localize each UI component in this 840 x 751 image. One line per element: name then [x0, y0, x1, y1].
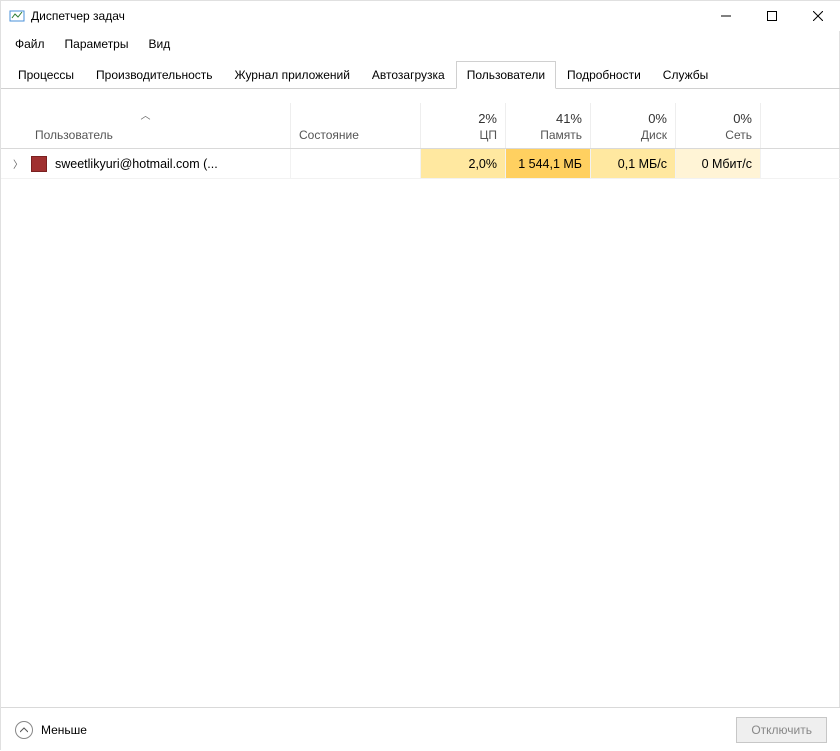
- close-button[interactable]: [795, 1, 840, 31]
- column-headers: ︿ Пользователь Состояние 2% ЦП 41% Памят…: [1, 103, 840, 149]
- network-label: Сеть: [725, 128, 752, 142]
- minimize-button[interactable]: [703, 1, 749, 31]
- cpu-label: ЦП: [479, 128, 497, 142]
- tab-startup[interactable]: Автозагрузка: [361, 61, 456, 88]
- column-header-network[interactable]: 0% Сеть: [676, 103, 761, 148]
- fewer-details-label: Меньше: [41, 723, 87, 737]
- column-header-user[interactable]: ︿ Пользователь: [1, 103, 291, 148]
- column-header-user-label: Пользователь: [35, 128, 113, 142]
- menu-options[interactable]: Параметры: [61, 35, 133, 53]
- sort-arrow-icon: ︿: [141, 107, 151, 122]
- cell-disk: 0,1 МБ/с: [591, 149, 676, 178]
- table-row[interactable]: 〉 sweetlikyuri@hotmail.com (... 2,0% 1 5…: [1, 149, 840, 179]
- titlebar: Диспетчер задач: [1, 1, 840, 31]
- disk-percent: 0%: [648, 111, 667, 126]
- tab-services[interactable]: Службы: [652, 61, 719, 88]
- disk-label: Диск: [641, 128, 667, 142]
- window-title: Диспетчер задач: [31, 9, 125, 23]
- cell-memory: 1 544,1 МБ: [506, 149, 591, 178]
- menubar: Файл Параметры Вид: [1, 31, 840, 59]
- footer: Меньше Отключить: [1, 707, 840, 751]
- tab-details[interactable]: Подробности: [556, 61, 652, 88]
- column-header-cpu[interactable]: 2% ЦП: [421, 103, 506, 148]
- cpu-percent: 2%: [478, 111, 497, 126]
- tab-users[interactable]: Пользователи: [456, 61, 556, 89]
- cell-state: [291, 149, 421, 178]
- column-header-state[interactable]: Состояние: [291, 103, 421, 148]
- tab-processes[interactable]: Процессы: [7, 61, 85, 88]
- column-header-disk[interactable]: 0% Диск: [591, 103, 676, 148]
- memory-label: Память: [540, 128, 582, 142]
- menu-file[interactable]: Файл: [11, 35, 49, 53]
- tab-performance[interactable]: Производительность: [85, 61, 223, 88]
- fewer-details-toggle[interactable]: Меньше: [15, 721, 87, 739]
- expand-icon[interactable]: 〉: [13, 156, 23, 171]
- column-header-memory[interactable]: 41% Память: [506, 103, 591, 148]
- disconnect-button[interactable]: Отключить: [736, 717, 827, 743]
- tabs: Процессы Производительность Журнал прило…: [1, 61, 840, 89]
- column-header-state-label: Состояние: [299, 128, 359, 142]
- menu-view[interactable]: Вид: [144, 35, 174, 53]
- chevron-up-icon: [15, 721, 33, 739]
- app-icon: [9, 8, 25, 24]
- network-percent: 0%: [733, 111, 752, 126]
- user-avatar-icon: [31, 156, 47, 172]
- cell-cpu: 2,0%: [421, 149, 506, 178]
- memory-percent: 41%: [556, 111, 582, 126]
- cell-network: 0 Мбит/с: [676, 149, 761, 178]
- maximize-button[interactable]: [749, 1, 795, 31]
- tab-app-history[interactable]: Журнал приложений: [224, 61, 361, 88]
- user-name: sweetlikyuri@hotmail.com (...: [55, 157, 218, 171]
